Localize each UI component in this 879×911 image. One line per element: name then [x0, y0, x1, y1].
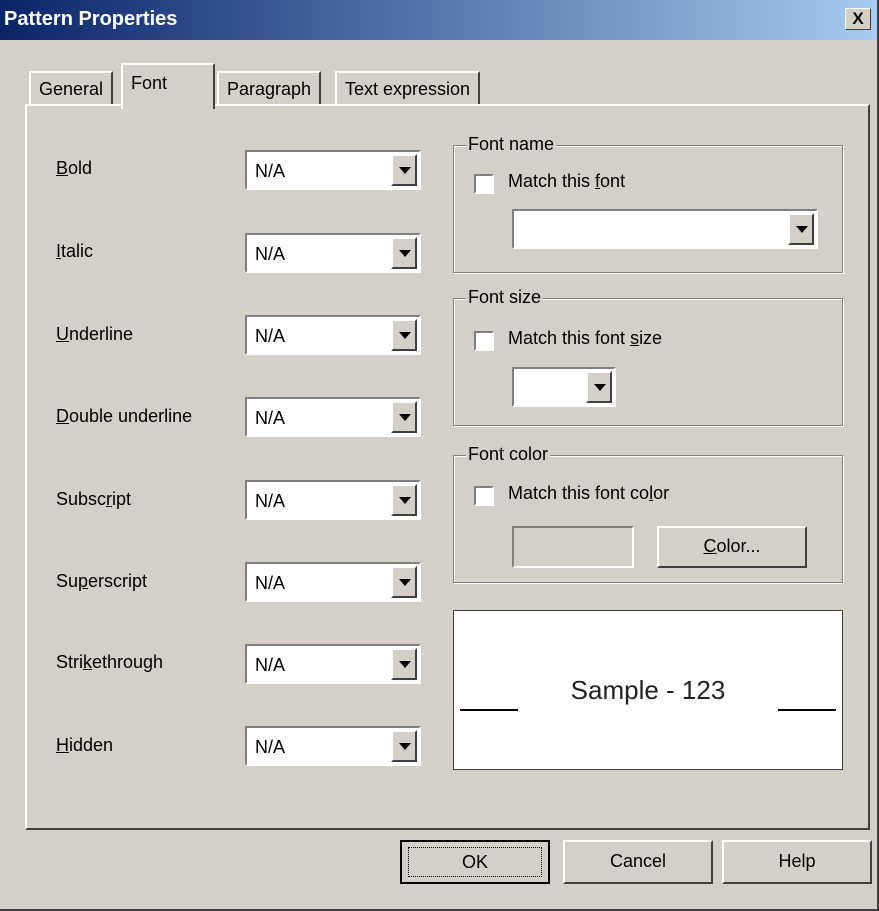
chevron-down-icon[interactable]: [391, 484, 417, 516]
match-font-size-label: Match this font size: [508, 328, 663, 348]
ok-label: OK: [408, 847, 542, 877]
sample-text: Sample - 123: [570, 675, 726, 705]
close-button[interactable]: X: [845, 8, 871, 30]
chevron-down-icon[interactable]: [391, 566, 417, 598]
chevron-down-icon[interactable]: [391, 237, 417, 269]
superscript-label: Superscript: [56, 571, 148, 591]
underline-value: N/A: [255, 326, 286, 346]
hidden-select[interactable]: N/A: [245, 726, 421, 766]
font-size-group: Font size Match this font size: [453, 287, 843, 426]
match-font-color-label: Match this font color: [508, 483, 670, 503]
hidden-label: Hidden: [56, 735, 114, 755]
double-underline-value: N/A: [255, 408, 286, 428]
chevron-down-icon[interactable]: [788, 213, 814, 245]
tab-general-label: General: [39, 79, 104, 99]
bold-value: N/A: [255, 161, 286, 181]
font-color-group: Font color Match this font color Color..…: [453, 444, 843, 583]
help-label: Help: [778, 851, 816, 871]
chevron-down-icon[interactable]: [391, 319, 417, 351]
match-font-color-checkbox[interactable]: [474, 486, 494, 506]
italic-value: N/A: [255, 244, 286, 264]
tab-font[interactable]: Font: [121, 63, 215, 109]
tab-text-expression-label: Text expression: [345, 79, 471, 99]
chevron-down-icon[interactable]: [391, 154, 417, 186]
superscript-value: N/A: [255, 573, 286, 593]
underline-select[interactable]: N/A: [245, 315, 421, 355]
sample-preview: Sample - 123: [453, 610, 843, 770]
preview-line-left: [460, 709, 518, 711]
window-title: Pattern Properties: [4, 8, 178, 30]
tab-text-expression[interactable]: Text expression: [335, 71, 481, 105]
bold-label: Bold: [56, 158, 93, 178]
title-bar[interactable]: Pattern Properties X: [0, 0, 877, 40]
chevron-down-icon[interactable]: [391, 648, 417, 680]
tab-general[interactable]: General: [29, 71, 114, 105]
tab-paragraph[interactable]: Paragraph: [217, 71, 322, 105]
font-color-swatch: [512, 526, 634, 568]
strikethrough-select[interactable]: N/A: [245, 644, 421, 684]
chevron-down-icon[interactable]: [391, 401, 417, 433]
italic-label: Italic: [56, 241, 94, 261]
cancel-button[interactable]: Cancel: [563, 840, 713, 884]
font-name-select[interactable]: [512, 209, 818, 249]
match-font-label: Match this font: [508, 171, 626, 191]
tab-paragraph-label: Paragraph: [227, 79, 312, 99]
pattern-properties-dialog: Pattern Properties X General Font Paragr…: [0, 0, 879, 911]
font-color-title: Font color: [466, 444, 551, 465]
font-name-title: Font name: [466, 134, 557, 155]
bold-select[interactable]: N/A: [245, 150, 421, 190]
chevron-down-icon[interactable]: [391, 730, 417, 762]
superscript-select[interactable]: N/A: [245, 562, 421, 602]
cancel-label: Cancel: [609, 851, 667, 871]
preview-line-right: [778, 709, 836, 711]
italic-select[interactable]: N/A: [245, 233, 421, 273]
close-icon: X: [852, 9, 864, 28]
underline-label: Underline: [56, 324, 134, 344]
chevron-down-icon[interactable]: [586, 371, 612, 403]
strikethrough-label: Strikethrough: [56, 652, 164, 672]
ok-button[interactable]: OK: [400, 840, 550, 884]
tab-font-label: Font: [131, 73, 168, 93]
double-underline-select[interactable]: N/A: [245, 397, 421, 437]
help-button[interactable]: Help: [722, 840, 872, 884]
font-size-select[interactable]: [512, 367, 616, 407]
hidden-value: N/A: [255, 737, 286, 757]
match-font-checkbox[interactable]: [474, 174, 494, 194]
color-button[interactable]: Color...: [657, 526, 807, 568]
subscript-value: N/A: [255, 491, 286, 511]
subscript-select[interactable]: N/A: [245, 480, 421, 520]
double-underline-label: Double underline: [56, 406, 193, 426]
strikethrough-value: N/A: [255, 655, 286, 675]
match-font-size-checkbox[interactable]: [474, 331, 494, 351]
subscript-label: Subscript: [56, 489, 132, 509]
font-size-title: Font size: [466, 287, 544, 308]
font-name-group: Font name Match this font: [453, 134, 843, 273]
